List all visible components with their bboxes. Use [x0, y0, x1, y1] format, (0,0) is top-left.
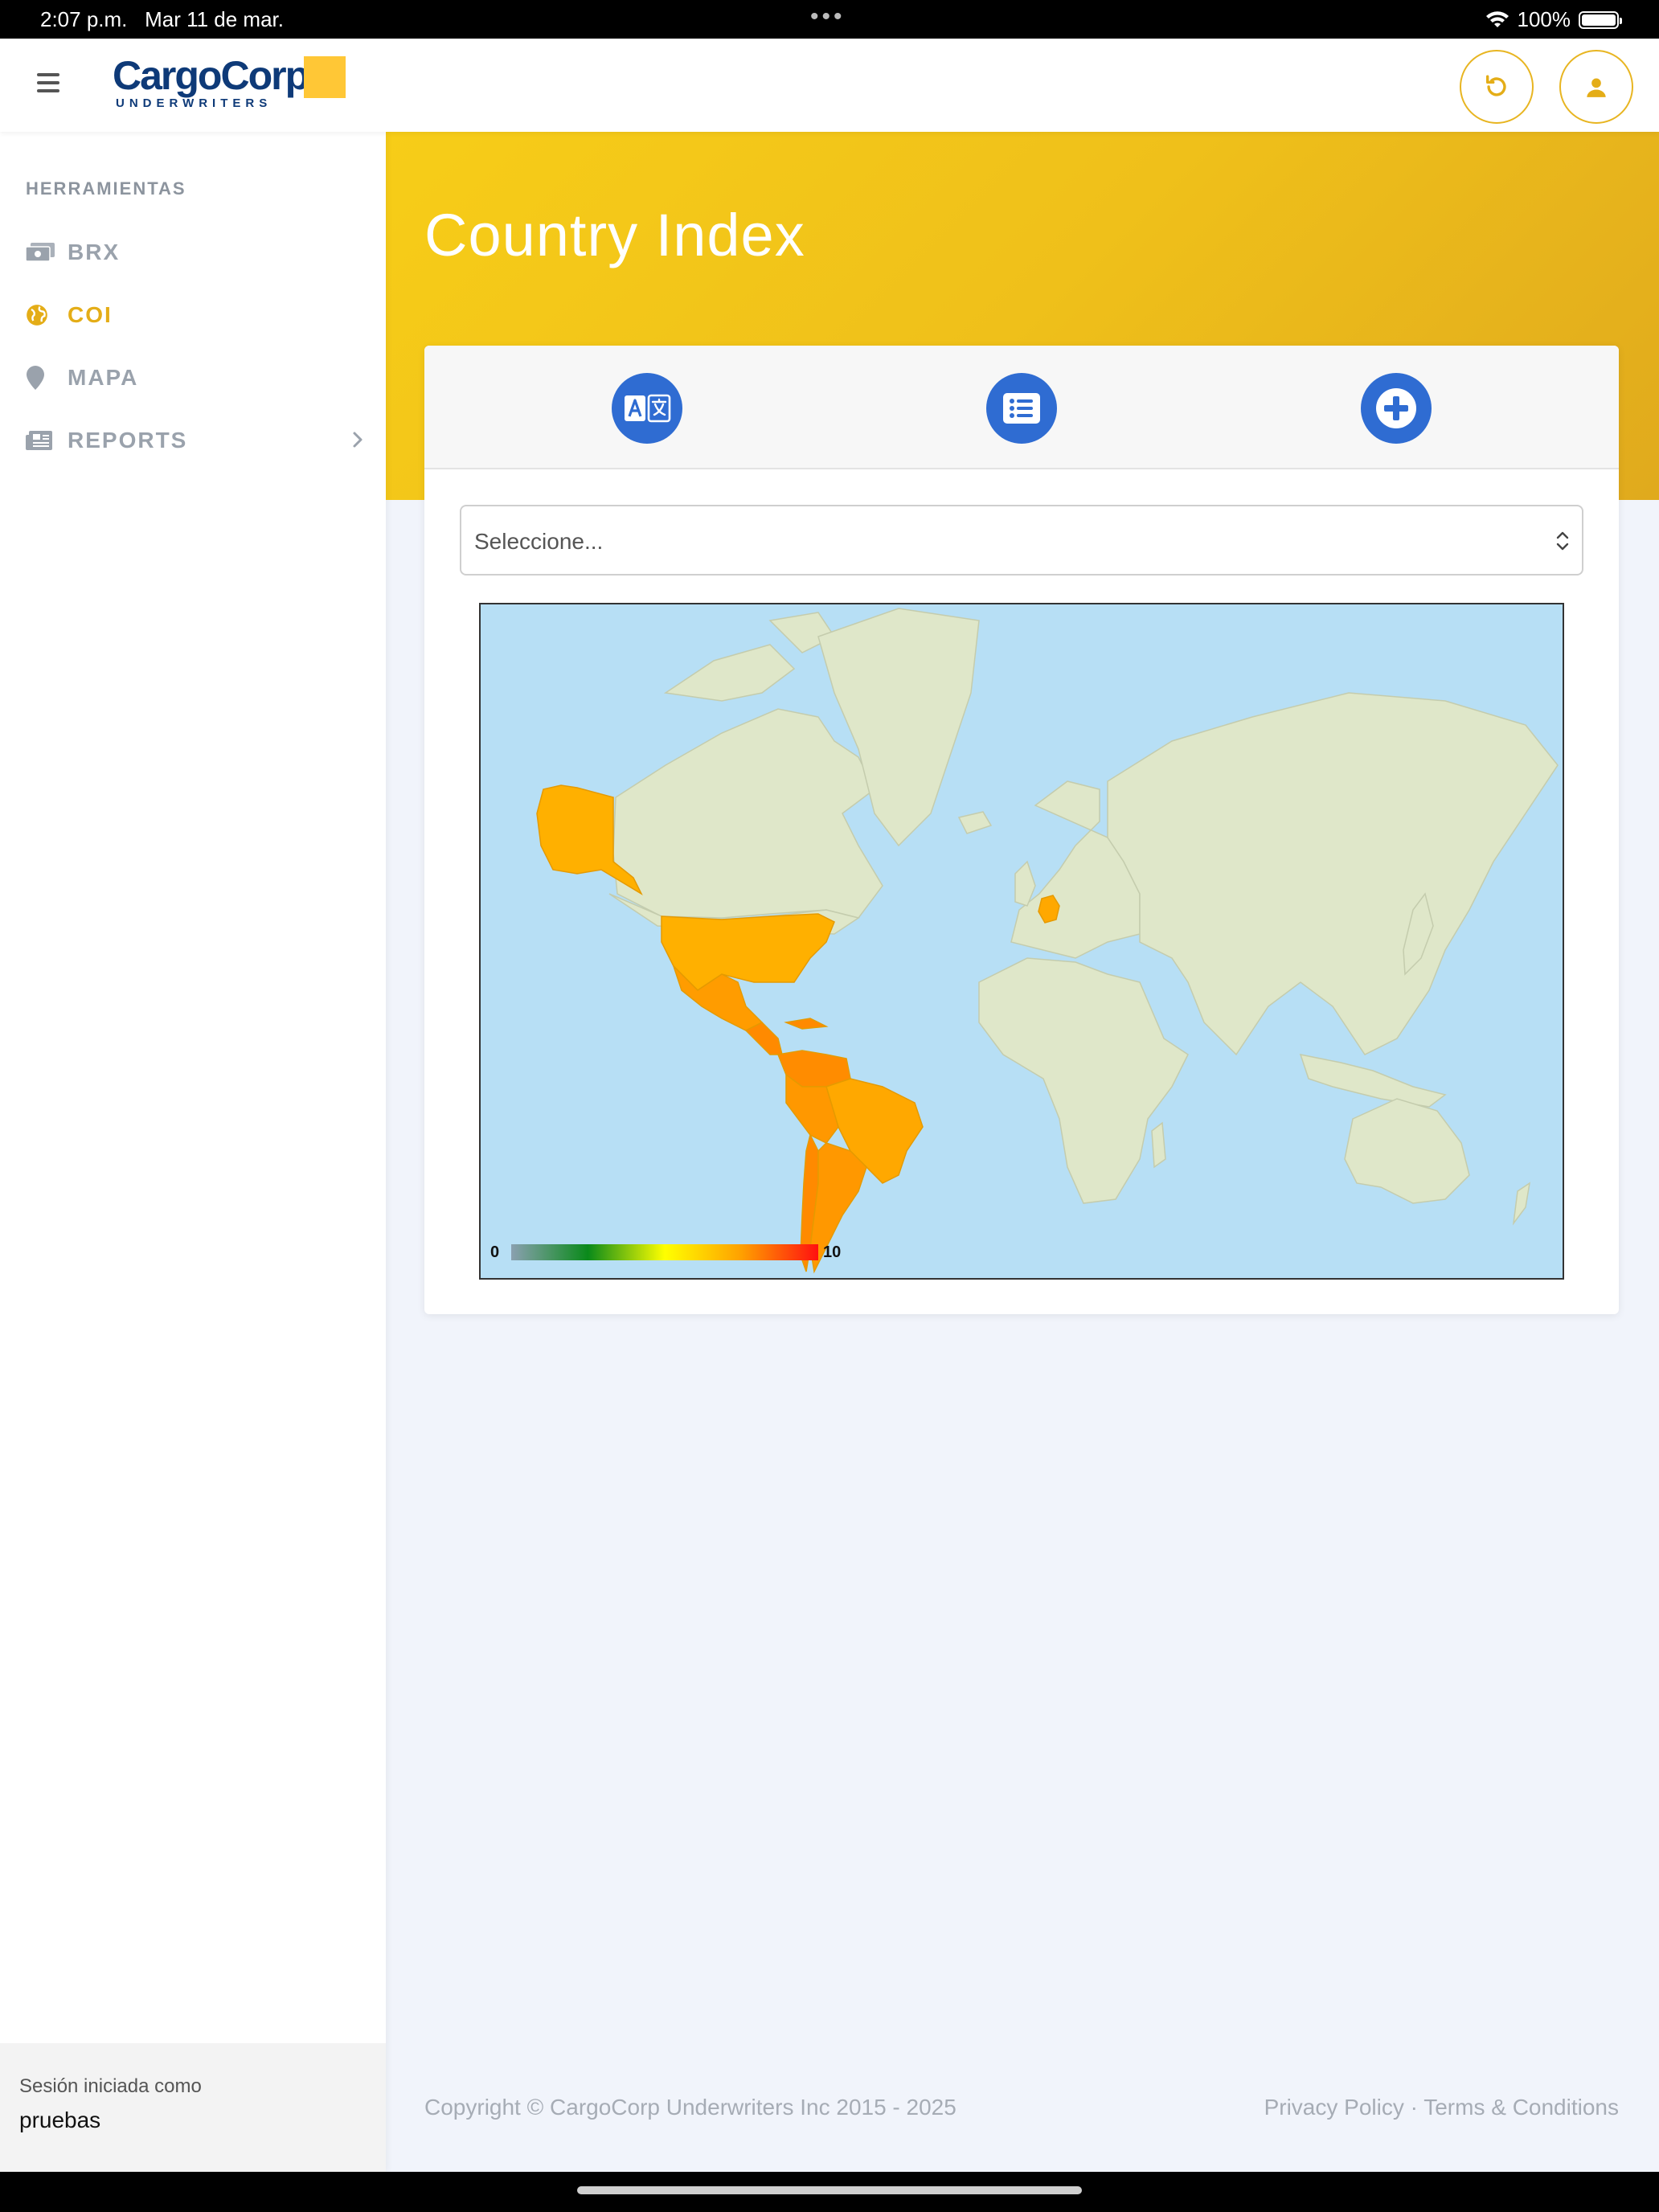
translate-icon	[625, 394, 671, 423]
legend-min-label: 0	[490, 1243, 499, 1261]
sidebar-section-label: HERRAMIENTAS	[26, 178, 186, 199]
country-index-card: Seleccione... 0 10	[424, 346, 1619, 1314]
session-label: Sesión iniciada como	[19, 2075, 202, 2097]
logo[interactable]: CargoCorp UNDERWRITERS	[113, 55, 346, 110]
multitask-dots[interactable]: •••	[810, 3, 846, 31]
sidebar: HERRAMIENTAS BRX COI MAPA REPORTS Sesión…	[0, 132, 386, 2172]
user-button[interactable]	[1559, 50, 1633, 124]
land-canada	[612, 708, 883, 919]
country-cuba	[784, 1018, 829, 1030]
land-madagascar	[1151, 1121, 1166, 1169]
world-map-svg: 0 10	[490, 608, 1559, 1274]
newspaper-icon	[26, 430, 55, 451]
country-select-placeholder: Seleccione...	[474, 529, 604, 554]
user-icon	[1587, 78, 1606, 97]
battery-icon	[1579, 10, 1622, 29]
land-iceland	[957, 811, 993, 834]
country-usa	[661, 913, 835, 991]
world-map[interactable]: 0 10	[479, 603, 1564, 1280]
add-button[interactable]	[1361, 373, 1432, 444]
copyright-text: Copyright © CargoCorp Underwriters Inc 2…	[424, 2095, 956, 2120]
sidebar-item-reports[interactable]: REPORTS	[26, 416, 363, 465]
map-pin-icon	[26, 366, 55, 390]
session-user: pruebas	[19, 2108, 101, 2132]
land-australia	[1344, 1098, 1470, 1204]
session-panel: Sesión iniciada como pruebas	[0, 2043, 386, 2172]
privacy-policy-link[interactable]: Privacy Policy	[1264, 2095, 1404, 2120]
sidebar-item-brx[interactable]: BRX	[26, 228, 363, 276]
country-select[interactable]: Seleccione...	[460, 505, 1583, 576]
page-title: Country Index	[424, 202, 805, 268]
status-time: 2:07 p.m. Mar 11 de mar.	[40, 7, 285, 31]
sidebar-item-mapa[interactable]: MAPA	[26, 354, 363, 402]
footer-links: Privacy Policy · Terms & Conditions	[1264, 2095, 1619, 2120]
home-indicator[interactable]	[577, 2186, 1082, 2194]
legend-gradient	[511, 1244, 818, 1260]
wifi-icon	[1485, 10, 1509, 27]
status-right: 100%	[1485, 7, 1622, 32]
translate-button[interactable]	[612, 373, 682, 444]
menu-icon[interactable]	[37, 73, 59, 92]
refresh-button[interactable]	[1460, 50, 1534, 124]
list-button[interactable]	[986, 373, 1057, 444]
logo-square	[304, 56, 346, 98]
app-header: CargoCorp UNDERWRITERS	[0, 39, 1659, 132]
land-indonesia	[1299, 1054, 1447, 1108]
chevron-right-icon	[353, 432, 363, 448]
sidebar-item-coi[interactable]: COI	[26, 291, 363, 339]
card-toolbar	[424, 346, 1619, 469]
land-asia	[1107, 692, 1559, 1056]
land-new-zealand	[1512, 1182, 1531, 1226]
globe-icon	[26, 304, 55, 326]
money-icon	[26, 243, 55, 262]
select-arrows-icon	[1556, 531, 1569, 551]
home-indicator-bar	[0, 2172, 1659, 2212]
status-bar: 2:07 p.m. Mar 11 de mar. ••• 100%	[0, 0, 1659, 39]
country-central-america	[744, 1022, 783, 1055]
terms-link[interactable]: Terms & Conditions	[1423, 2095, 1619, 2120]
footer-separator: ·	[1410, 2095, 1418, 2120]
land-africa	[978, 957, 1189, 1204]
list-icon	[1003, 393, 1040, 424]
land-arctic-islands	[663, 612, 836, 702]
battery-percent: 100%	[1517, 7, 1571, 31]
legend-max-label: 10	[823, 1243, 841, 1261]
undo-icon	[1485, 75, 1506, 96]
plus-circle-icon	[1376, 388, 1416, 428]
